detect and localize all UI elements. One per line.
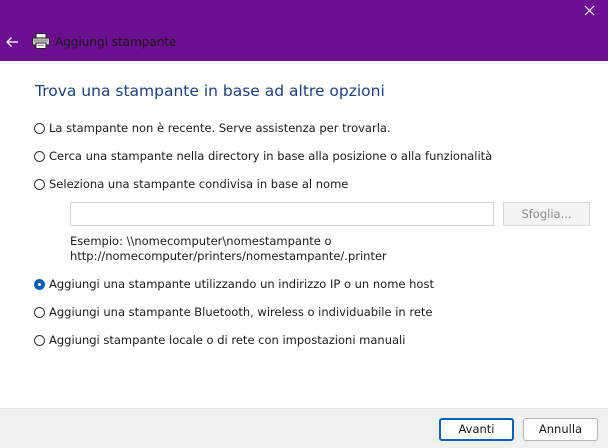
radio-button-selected[interactable] xyxy=(34,278,45,290)
option-bluetooth-wireless[interactable]: Aggiungi una stampante Bluetooth, wirele… xyxy=(34,304,433,320)
radio-button[interactable] xyxy=(34,150,45,162)
option-label: Aggiungi una stampante Bluetooth, wirele… xyxy=(49,305,433,319)
option-printer-not-recent[interactable]: La stampante non è recente. Serve assist… xyxy=(34,120,391,136)
option-search-directory[interactable]: Cerca una stampante nella directory in b… xyxy=(34,148,492,164)
dialog-footer: Avanti Annulla xyxy=(0,408,608,448)
title-bar: Aggiungi stampante xyxy=(0,0,608,61)
option-shared-by-name[interactable]: Seleziona una stampante condivisa in bas… xyxy=(34,176,348,192)
option-label: Seleziona una stampante condivisa in bas… xyxy=(49,177,349,191)
option-label: Aggiungi stampante locale o di rete con … xyxy=(49,333,406,347)
option-label: Cerca una stampante nella directory in b… xyxy=(49,149,493,163)
next-button[interactable]: Avanti xyxy=(439,418,514,441)
back-arrow-icon xyxy=(6,37,18,47)
example-line-2: http://nomecomputer/printers/nomestampan… xyxy=(70,249,387,263)
browse-button[interactable]: Sfoglia... xyxy=(503,202,590,226)
page-heading: Trova una stampante in base ad altre opz… xyxy=(35,82,385,100)
option-label: Aggiungi una stampante utilizzando un in… xyxy=(49,277,434,291)
radio-button[interactable] xyxy=(34,122,45,134)
cancel-button[interactable]: Annulla xyxy=(523,418,598,441)
radio-button[interactable] xyxy=(34,334,45,346)
example-line-1: Esempio: \\nomecomputer\nomestampante o xyxy=(70,234,332,248)
radio-button[interactable] xyxy=(34,306,45,318)
option-ip-or-hostname[interactable]: Aggiungi una stampante utilizzando un in… xyxy=(34,276,434,292)
window-title: Aggiungi stampante xyxy=(55,35,177,49)
close-button[interactable] xyxy=(572,0,608,24)
close-icon xyxy=(584,5,595,16)
option-label: La stampante non è recente. Serve assist… xyxy=(49,121,391,135)
add-printer-dialog: Aggiungi stampante Trova una stampante i… xyxy=(0,0,608,448)
back-button[interactable] xyxy=(2,32,22,52)
shared-printer-name-input[interactable] xyxy=(70,202,494,226)
example-text: Esempio: \\nomecomputer\nomestampante o … xyxy=(70,234,387,264)
printer-icon xyxy=(32,33,50,49)
radio-button[interactable] xyxy=(34,178,45,190)
option-local-manual[interactable]: Aggiungi stampante locale o di rete con … xyxy=(34,332,405,348)
